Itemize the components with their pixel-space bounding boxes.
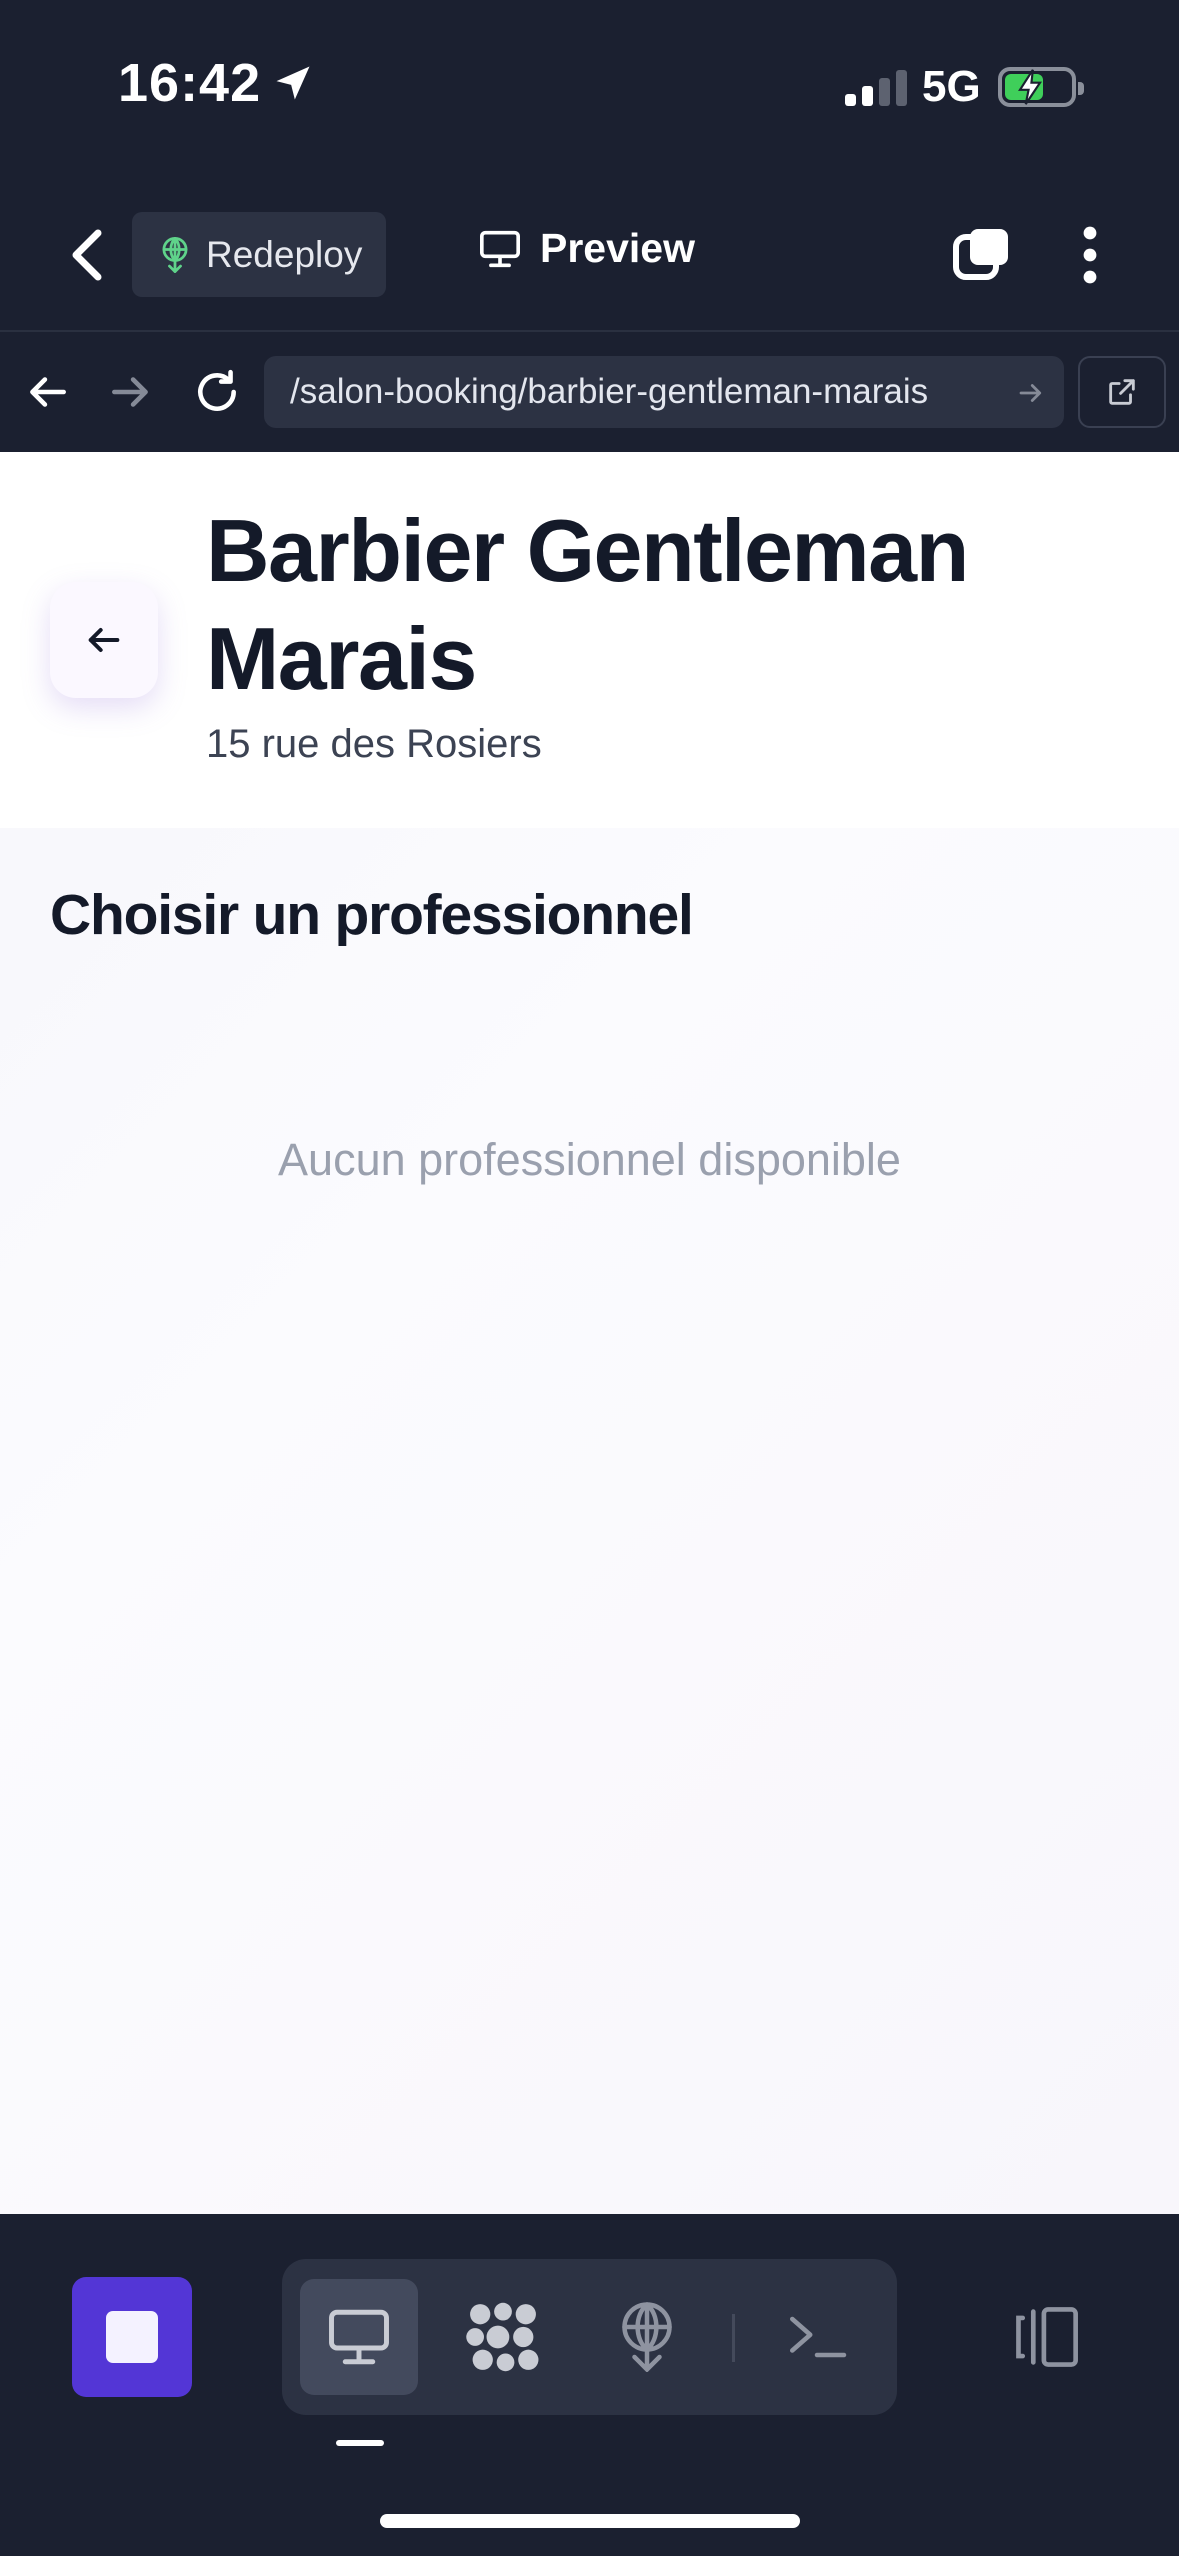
redeploy-button[interactable]: Redeploy xyxy=(132,212,386,297)
back-chevron-icon[interactable] xyxy=(62,225,112,285)
browser-nav-bar: /salon-booking/barbier-gentleman-marais xyxy=(0,332,1179,452)
browser-forward-icon[interactable] xyxy=(106,367,156,417)
grid-blobs-icon xyxy=(466,2302,539,2372)
network-type: 5G xyxy=(922,62,981,111)
bottom-bar xyxy=(0,2214,1179,2556)
preview-label: Preview xyxy=(540,225,695,271)
reload-icon[interactable] xyxy=(192,367,242,417)
clock-label: 16:42 xyxy=(118,53,262,113)
stop-icon xyxy=(106,2311,158,2363)
browser-back-icon[interactable] xyxy=(22,367,72,417)
page-back-button[interactable] xyxy=(50,582,158,698)
active-tab-indicator xyxy=(336,2440,384,2446)
more-vertical-icon[interactable] xyxy=(1080,225,1100,285)
status-time: 16:42 xyxy=(118,52,315,114)
stop-button[interactable] xyxy=(72,2277,192,2397)
salon-name: Barbier Gentleman Marais xyxy=(206,501,969,708)
deploy-globe-icon xyxy=(162,236,188,273)
home-indicator xyxy=(380,2514,800,2528)
terminal-icon xyxy=(790,2316,847,2358)
deploy-tab[interactable] xyxy=(588,2279,706,2395)
integrations-tab[interactable] xyxy=(444,2279,562,2395)
tab-separator xyxy=(732,2314,735,2362)
external-link-icon xyxy=(1109,379,1135,405)
battery-icon xyxy=(998,67,1084,107)
layout-toggle-icon[interactable] xyxy=(1010,2304,1082,2370)
open-external-button[interactable] xyxy=(1078,356,1166,428)
signal-bars-icon xyxy=(845,66,907,106)
shell-tab[interactable] xyxy=(758,2279,876,2395)
redeploy-label: Redeploy xyxy=(206,233,363,275)
arrow-left-icon xyxy=(88,628,120,652)
url-field[interactable]: /salon-booking/barbier-gentleman-marais xyxy=(264,356,1064,428)
url-text: /salon-booking/barbier-gentleman-marais xyxy=(290,372,929,411)
location-arrow-icon xyxy=(276,66,310,100)
deploy-globe-icon xyxy=(622,2302,672,2372)
go-arrow-icon[interactable] xyxy=(1016,378,1046,408)
app-toolbar: Redeploy Preview xyxy=(0,195,1179,315)
status-bar: 16:42 5G xyxy=(0,0,1179,180)
preview-tab[interactable] xyxy=(300,2279,418,2395)
salon-address: 15 rue des Rosiers xyxy=(206,722,542,766)
monitor-icon xyxy=(329,2309,389,2365)
webview: Barbier Gentleman Marais 15 rue des Rosi… xyxy=(0,452,1179,2214)
tabs-icon[interactable] xyxy=(952,225,1012,285)
mode-switcher xyxy=(282,2259,897,2415)
empty-state-message: Aucun professionnel disponible xyxy=(278,1134,901,1185)
section-title: Choisir un professionnel xyxy=(50,883,694,947)
monitor-icon xyxy=(480,230,520,267)
preview-title[interactable]: Preview xyxy=(478,225,695,272)
